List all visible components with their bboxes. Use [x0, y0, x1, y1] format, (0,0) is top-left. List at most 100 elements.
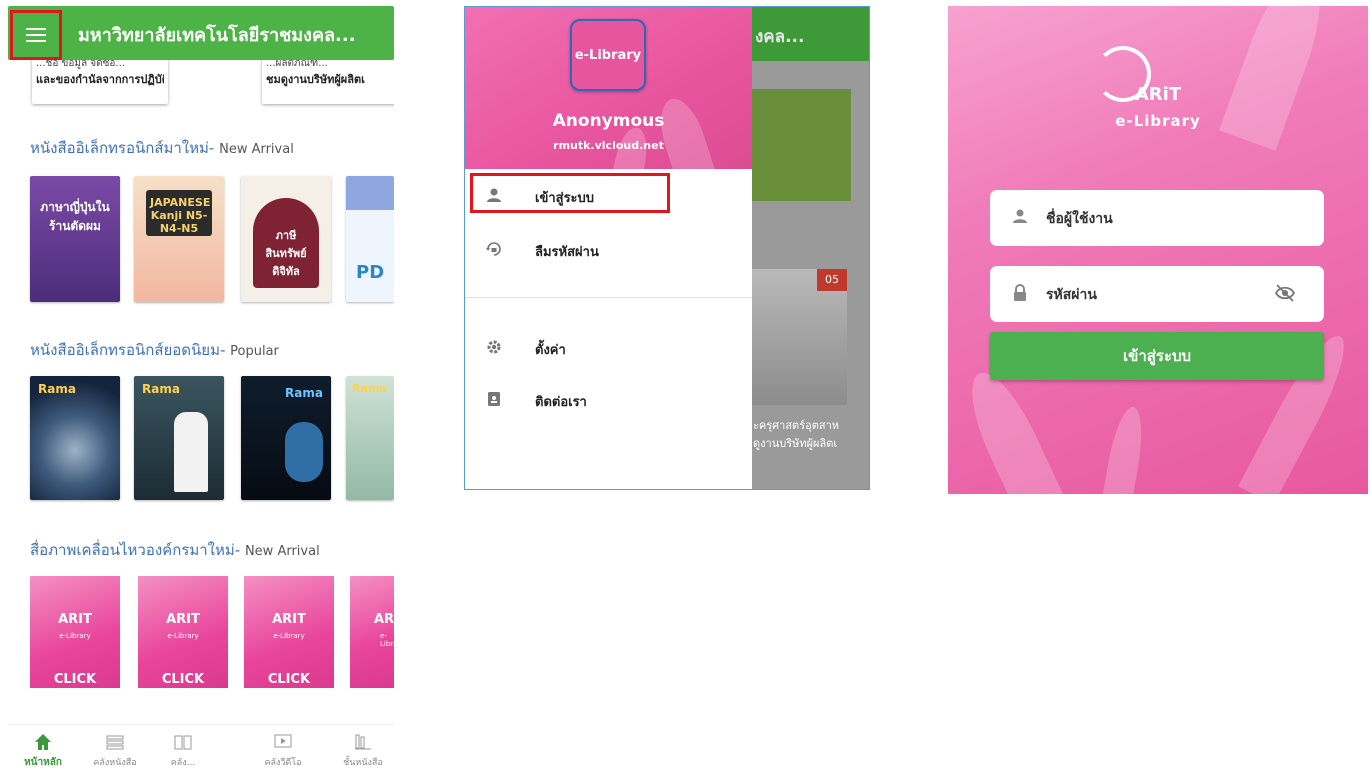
news-card[interactable]: ...ผลิตภัณฑ์... ชมดูงานบริษัทผู้ผลิตเ — [262, 54, 394, 104]
magazine-cover[interactable]: Rama — [346, 376, 394, 500]
elibrary-subtext: e-Library — [167, 632, 199, 640]
book-cover[interactable]: PD — [346, 176, 394, 302]
background-news-line1: ะครุศาสตร์อุตสาห — [753, 419, 839, 432]
elibrary-logo-text: e-Library — [574, 48, 642, 63]
nav-books[interactable]: คลังหนังสือ — [80, 733, 150, 769]
brand-subtext: e-Library — [1115, 112, 1201, 130]
password-placeholder: รหัสผ่าน — [1046, 287, 1097, 303]
nav-label: หน้าหลัก — [24, 757, 62, 768]
news-card[interactable]: ...ชื่อ ข้อมูล จัดซื้อ... และของกำนัลจาก… — [32, 54, 168, 104]
section-title-new-ebooks: หนังสืออิเล็กทรอนิกส์มาใหม่- New Arrival — [30, 136, 294, 160]
book-cover[interactable]: JAPANESE Kanji N5-N4-N5 — [134, 176, 224, 302]
bookshelf-icon — [328, 733, 394, 753]
home-icon — [8, 733, 78, 753]
user-host: rmutk.vlcloud.net — [553, 139, 664, 152]
nav-bookshelf[interactable]: ชั้นหนังสือ — [328, 733, 394, 769]
news-card-line2: และของกำนัลจากการปฏิบัติหน้าที่ (No — [36, 73, 164, 86]
nav-label: คลังหนังสือ — [93, 758, 137, 768]
magazine-cover[interactable]: Rama — [30, 376, 120, 500]
section-title-new-videos: สื่อภาพเคลื่อนไหวองค์กรมาใหม่- New Arriv… — [30, 538, 320, 562]
book-title: PD — [356, 262, 385, 283]
section-title-th: สื่อภาพเคลื่อนไหวองค์กรมาใหม่- — [30, 541, 241, 559]
hamburger-menu-button[interactable] — [10, 10, 62, 60]
login-button[interactable]: เข้าสู่ระบบ — [990, 332, 1324, 380]
books-stack-icon — [80, 733, 150, 753]
section-title-en: New Arrival — [219, 142, 294, 157]
drawer-header: e-Library Anonymous rmutk.vlcloud.net — [465, 7, 752, 169]
magazine-cover[interactable]: Rama — [241, 376, 331, 500]
gear-icon — [485, 338, 503, 356]
app-bar: มหาวิทยาลัยเทคโนโลยีราชมงคล... — [8, 6, 394, 60]
news-card-line2: ชมดูงานบริษัทผู้ผลิตเ — [266, 73, 365, 86]
section-title-popular-ebooks: หนังสืออิเล็กทรอนิกส์ยอดนิยม- Popular — [30, 338, 279, 362]
click-label: CLICK — [161, 672, 205, 687]
drawer-item-label: ติดต่อเรา — [535, 395, 587, 410]
nav-label: คลัง... — [170, 758, 196, 768]
elibrary-subtext: e-Library — [380, 632, 394, 648]
video-thumbnail[interactable]: ARIT e-Library CLICK — [30, 576, 120, 688]
background-news-line2: ดูงานบริษัทผู้ผลิตเ — [753, 437, 838, 450]
book-title: ภาษาญี่ปุ่นในร้านตัดผม — [40, 200, 110, 233]
drawer-item-label: ลืมรหัสผ่าน — [535, 245, 599, 260]
user-name: Anonymous — [552, 111, 665, 131]
arit-logo-text: ARIT — [58, 612, 92, 627]
section-title-en: Popular — [230, 344, 279, 359]
video-thumbnail[interactable]: ARIT e-Library CLICK — [244, 576, 334, 688]
drawer-item-label: ตั้งค่า — [535, 343, 566, 358]
video-thumbnail[interactable]: ARIT e-Library CLICK — [138, 576, 228, 688]
drawer-item-contact[interactable]: ติดต่อเรา — [465, 377, 752, 421]
password-field[interactable]: รหัสผ่าน — [990, 266, 1324, 322]
brand-logo-text: ARiT — [1134, 84, 1182, 105]
nav-collection[interactable]: คลัง... — [148, 733, 218, 769]
open-book-icon — [148, 733, 218, 753]
username-placeholder: ชื่อผู้ใช้งาน — [1046, 211, 1113, 227]
video-thumbnail[interactable]: ARIT e-Library — [350, 576, 394, 688]
drawer-item-settings[interactable]: ตั้งค่า — [465, 325, 752, 369]
hamburger-icon — [26, 28, 46, 42]
section-title-th: หนังสืออิเล็กทรอนิกส์ยอดนิยม- — [30, 341, 226, 359]
background-date-badge: 05 — [817, 269, 847, 291]
section-title-en: New Arrival — [244, 544, 320, 559]
magazine-title: Rama — [285, 386, 323, 400]
drawer-divider — [465, 297, 752, 298]
book-title: JAPANESE Kanji N5-N4-N5 — [150, 196, 211, 235]
app-title: มหาวิทยาลัยเทคโนโลยีราชมงคล... — [78, 25, 356, 46]
book-cover[interactable]: ภาษี สินทรัพย์ดิจิทัล — [241, 176, 331, 302]
background-banner — [751, 89, 851, 201]
nav-label: คลังวีดีโอ — [264, 758, 302, 768]
background-title: งคล... — [755, 27, 805, 47]
login-screen: ARiT e-Library ชื่อผู้ใช้งาน รหัสผ่าน เข… — [948, 6, 1368, 494]
magazine-title: Rama — [352, 382, 387, 395]
click-label: CLICK — [267, 672, 311, 687]
navigation-drawer: e-Library Anonymous rmutk.vlcloud.net เข… — [465, 7, 752, 489]
elibrary-logo: e-Library — [570, 19, 646, 91]
drawer-item-forgot-password[interactable]: ลืมรหัสผ่าน — [465, 227, 752, 271]
magazine-title: Rama — [142, 382, 180, 396]
arit-logo-text: ARIT — [374, 612, 394, 627]
eye-off-icon[interactable] — [1274, 284, 1296, 302]
nav-videos[interactable]: คลังวีดีโอ — [248, 733, 318, 769]
drawer-screen: งคล... 05 ะครุศาสตร์อุตสาห ดูงานบริษัทผู… — [464, 6, 870, 490]
reset-lock-icon — [485, 240, 503, 258]
username-field[interactable]: ชื่อผู้ใช้งาน — [990, 190, 1324, 246]
elibrary-subtext: e-Library — [273, 632, 305, 640]
elibrary-subtext: e-Library — [59, 632, 91, 640]
bottom-navigation: หน้าหลัก คลังหนังสือ คลัง... คลังวีดีโอ … — [8, 724, 394, 776]
nav-home[interactable]: หน้าหลัก — [8, 733, 78, 770]
book-title: ภาษี สินทรัพย์ดิจิทัล — [265, 229, 307, 278]
arit-logo-text: ARIT — [272, 612, 306, 627]
magazine-title: Rama — [38, 382, 76, 396]
book-cover[interactable]: ภาษาญี่ปุ่นในร้านตัดผม — [30, 176, 120, 302]
background-news-text: ะครุศาสตร์อุตสาห ดูงานบริษัทผู้ผลิตเ — [753, 417, 839, 453]
person-icon — [1012, 208, 1030, 226]
lock-icon — [1012, 284, 1030, 302]
magazine-cover[interactable]: Rama — [134, 376, 224, 500]
home-screen: ...ชื่อ ข้อมูล จัดซื้อ... และของกำนัลจาก… — [8, 6, 394, 776]
contact-card-icon — [485, 390, 503, 408]
video-icon — [248, 733, 318, 753]
arit-logo-text: ARIT — [166, 612, 200, 627]
click-label: CLICK — [53, 672, 97, 687]
highlight-box — [470, 173, 670, 213]
section-title-th: หนังสืออิเล็กทรอนิกส์มาใหม่- — [30, 139, 215, 157]
nav-label: ชั้นหนังสือ — [343, 758, 383, 768]
